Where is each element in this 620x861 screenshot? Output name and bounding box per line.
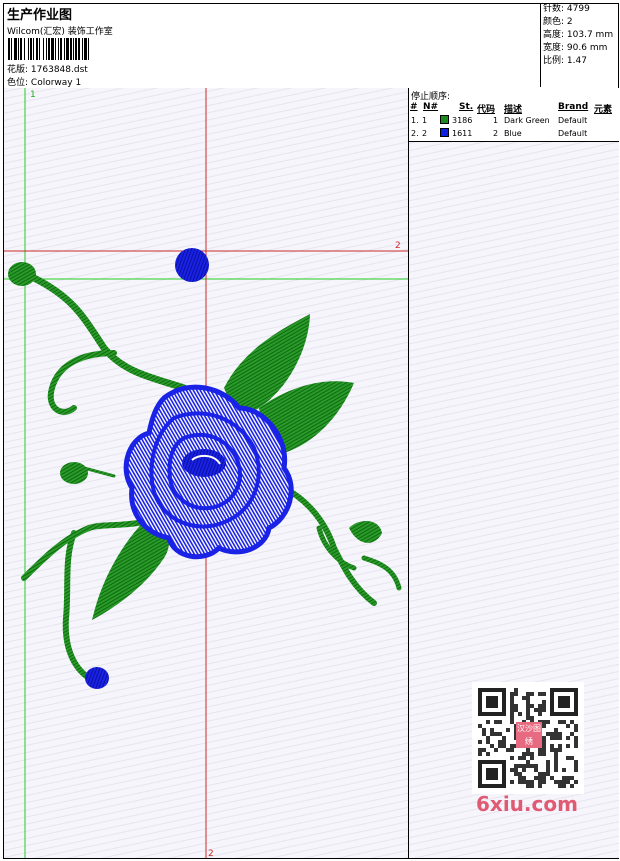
col-header-code: 代码 (477, 105, 496, 115)
stat-ratio: 比例: 1.47 (543, 56, 587, 66)
green-bud-top-left (8, 262, 36, 286)
colorway-row: 色位: Colorway 1 (7, 75, 81, 88)
color-swatch-blue (440, 128, 449, 137)
watermark-site: 6xiu.com (476, 792, 578, 816)
qr-code: 汉沙图绣 (472, 682, 584, 794)
col-header-stitches: St. (459, 102, 474, 112)
colorway-name: Colorway 1 (30, 78, 82, 88)
design-file-label: 花版: (7, 65, 29, 75)
design-canvas[interactable]: 1 2 2 (4, 88, 408, 858)
studio-name: Wilcom(汇宏) 装饰工作室 (7, 27, 113, 37)
stat-stitches: 针数: 4799 (543, 4, 590, 14)
stat-height: 高度: 103.7 mm (543, 30, 614, 40)
col-header-desc: 描述 (504, 105, 523, 115)
col-header-element: 元素 (594, 105, 613, 115)
stat-colors: 颜色: 2 (543, 17, 573, 27)
blue-bud-bottom (85, 667, 109, 689)
col-header-n: N# (423, 102, 439, 112)
green-bud-left (60, 462, 88, 484)
col-header-index: # (410, 102, 418, 112)
stop-sequence-title: 停止顺序: (411, 92, 451, 102)
guide-green-label: 1 (30, 90, 36, 100)
guide-red-h-label: 2 (395, 241, 401, 251)
green-bud-right (349, 521, 382, 543)
barcode (8, 38, 144, 60)
design-file-name: 1763848.dst (30, 65, 88, 75)
stat-width: 宽度: 90.6 mm (543, 43, 608, 53)
stop-sequence-table: 停止顺序: # N# St. 代码 描述 Brand 元素 1. 1 3186 … (409, 88, 619, 142)
embroidery-design: 1 2 2 (4, 88, 408, 858)
blue-bud-top (175, 248, 209, 282)
design-file-row: 花版: 1763848.dst (7, 62, 88, 75)
header-info: 生产作业图 Wilcom(汇宏) 装饰工作室 花版: 1763848.dst 色… (4, 4, 540, 88)
page-title: 生产作业图 (7, 8, 73, 23)
watermark-seal: 汉沙图绣 (516, 722, 542, 748)
design-stats: 针数: 4799 颜色: 2 高度: 103.7 mm 宽度: 90.6 mm … (540, 3, 620, 87)
guide-red-v-label: 2 (208, 849, 214, 858)
color-swatch-green (440, 115, 449, 124)
col-header-brand: Brand (558, 102, 589, 112)
barcode-bar (89, 38, 91, 60)
colorway-label: 色位: (7, 78, 29, 88)
